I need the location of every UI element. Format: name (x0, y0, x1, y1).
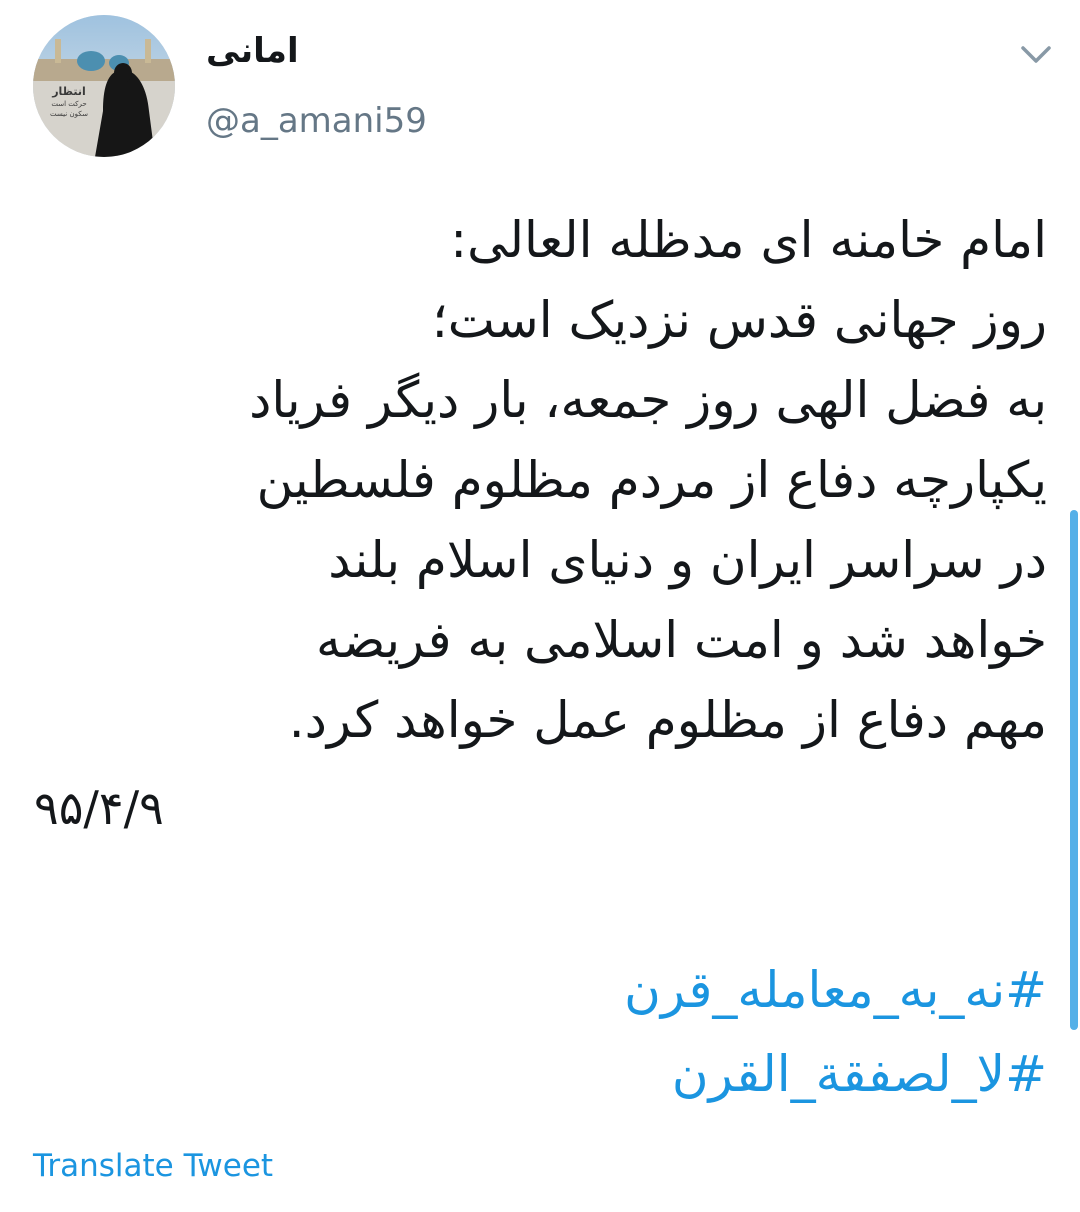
avatar[interactable]: انتظار حرکت است سکون نیست (33, 15, 175, 157)
tweet-line: خواهد شد و امت اسلامی به فریضه (315, 611, 1047, 669)
tweet-line: امام خامنه ای مدظله العالی: (450, 211, 1047, 269)
chevron-down-icon[interactable] (1014, 36, 1058, 72)
tweet-line: یکپارچه دفاع از مردم مظلوم فلسطین (256, 451, 1047, 509)
tweet-date-text: ۹۵/۴/۹ (34, 781, 164, 835)
avatar-caption: انتظار حرکت است سکون نیست (39, 85, 99, 119)
tweet-line: روز جهانی قدس نزدیک است؛ (431, 291, 1047, 349)
hashtag-link[interactable]: #نه_به_معامله_قرن (27, 948, 1047, 1032)
tweet-line: به فضل الهی روز جمعه، بار دیگر فریاد (249, 371, 1047, 429)
avatar-caption-line: انتظار (52, 85, 86, 98)
user-handle[interactable]: @a_amani59 (206, 98, 427, 144)
tweet-line: در سراسر ایران و دنیای اسلام بلند (328, 531, 1047, 589)
display-name[interactable]: امانی (206, 28, 299, 74)
hashtag-link[interactable]: #لا_لصفقة_القرن (27, 1032, 1047, 1116)
avatar-caption-line: سکون نیست (50, 110, 88, 118)
tweet-line: مهم دفاع از مظلوم عمل خواهد کرد. (288, 691, 1047, 749)
hashtag-list: #نه_به_معامله_قرن #لا_لصفقة_القرن (27, 948, 1047, 1116)
avatar-caption-line: حرکت است (51, 100, 87, 108)
translate-tweet-link[interactable]: Translate Tweet (33, 1144, 273, 1188)
scrollbar[interactable] (1070, 510, 1078, 1030)
tweet-text: امام خامنه ای مدظله العالی: روز جهانی قد… (27, 200, 1047, 760)
